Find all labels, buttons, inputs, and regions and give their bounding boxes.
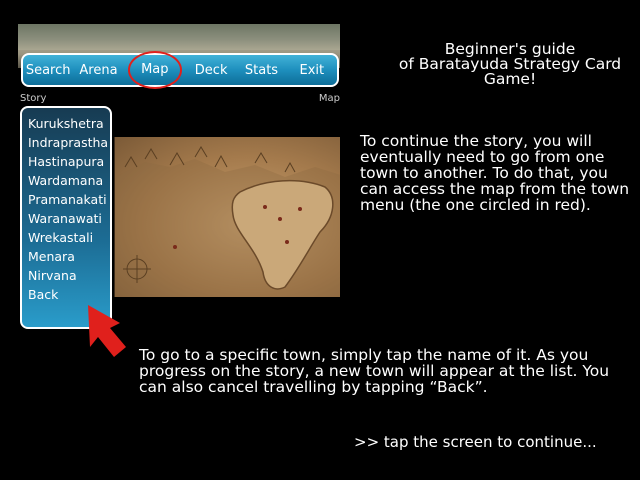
town-item-wardamana[interactable]: Wardamana (28, 171, 110, 190)
red-arrow-icon (88, 305, 126, 357)
nav-deck-button[interactable]: Deck (186, 63, 236, 78)
nav-stats-button[interactable]: Stats (236, 63, 286, 78)
back-button[interactable]: Back (28, 285, 110, 304)
town-list-menu: Kurukshetra Indraprastha Hastinapura War… (20, 106, 112, 329)
continue-prompt[interactable]: >> tap the screen to continue... (354, 433, 597, 451)
town-item-nirvana[interactable]: Nirvana (28, 266, 110, 285)
nav-exit-button[interactable]: Exit (287, 63, 337, 78)
town-item-menara[interactable]: Menara (28, 247, 110, 266)
town-item-waranawati[interactable]: Waranawati (28, 209, 110, 228)
town-menu-bar: Search Arena Map Deck Stats Exit (21, 51, 339, 89)
map-label: Map (318, 93, 340, 104)
town-item-kurukshetra[interactable]: Kurukshetra (28, 114, 110, 133)
map-illustration (115, 146, 340, 297)
town-item-pramanakati[interactable]: Pramanakati (28, 190, 110, 209)
nav-map-button[interactable]: Map (127, 51, 182, 89)
guide-paragraph-map: To continue the story, you will eventual… (360, 132, 630, 214)
town-item-indraprastha[interactable]: Indraprastha (28, 133, 110, 152)
guide-paragraph-towns: To go to a specific town, simply tap the… (139, 346, 610, 396)
guide-title: Beginner's guide of Baratayuda Strategy … (360, 41, 640, 88)
story-label: Story (20, 93, 47, 104)
world-map-image (114, 137, 340, 297)
town-item-wrekastali[interactable]: Wrekastali (28, 228, 110, 247)
game-screenshot: Search Arena Map Deck Stats Exit Story M… (18, 24, 340, 330)
nav-arena-button[interactable]: Arena (73, 63, 123, 78)
town-item-hastinapura[interactable]: Hastinapura (28, 152, 110, 171)
guide-title-line3: Game! (483, 70, 537, 88)
nav-search-button[interactable]: Search (23, 63, 73, 78)
